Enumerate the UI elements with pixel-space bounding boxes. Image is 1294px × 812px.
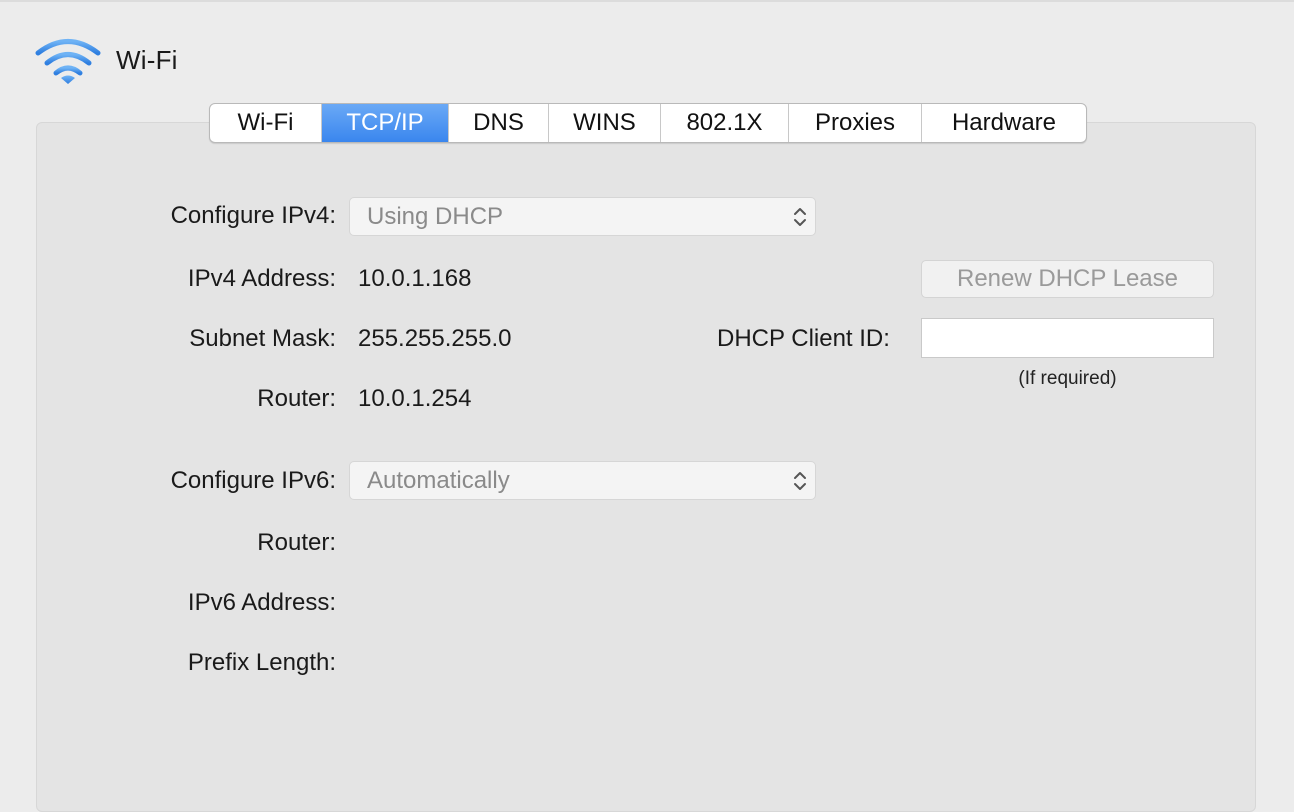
- tab-wifi[interactable]: Wi-Fi: [210, 104, 322, 142]
- configure-ipv6-value: Automatically: [367, 467, 510, 494]
- tab-tcpip[interactable]: TCP/IP: [322, 104, 449, 142]
- ipv4-router-label: Router:: [257, 385, 336, 412]
- configure-ipv6-label: Configure IPv6:: [170, 467, 336, 494]
- ipv4-router-value: 10.0.1.254: [358, 385, 472, 412]
- tab-proxies[interactable]: Proxies: [789, 104, 922, 142]
- ipv4-address-label: IPv4 Address:: [187, 265, 336, 292]
- tab-dns[interactable]: DNS: [449, 104, 549, 142]
- subnet-mask-value: 255.255.255.0: [358, 325, 512, 352]
- configure-ipv4-value: Using DHCP: [367, 203, 504, 230]
- renew-dhcp-lease-button[interactable]: Renew DHCP Lease: [921, 260, 1214, 298]
- ipv6-address-label: IPv6 Address:: [187, 589, 336, 616]
- chevron-updown-icon: [794, 208, 806, 226]
- configure-ipv4-popup[interactable]: Using DHCP: [349, 197, 816, 236]
- tab-bar: Wi-Fi TCP/IP DNS WINS 802.1X Proxies Har…: [209, 103, 1087, 143]
- ipv6-router-label: Router:: [257, 529, 336, 556]
- dhcp-client-id-input[interactable]: [921, 318, 1214, 358]
- tab-hardware[interactable]: Hardware: [922, 104, 1086, 142]
- subnet-mask-label: Subnet Mask:: [189, 325, 336, 352]
- header: Wi-Fi: [34, 36, 178, 88]
- dhcp-client-id-label: DHCP Client ID:: [717, 325, 890, 352]
- chevron-updown-icon: [794, 472, 806, 490]
- ipv4-address-value: 10.0.1.168: [358, 265, 472, 292]
- prefix-length-label: Prefix Length:: [187, 649, 336, 676]
- page-title: Wi-Fi: [116, 44, 178, 75]
- configure-ipv4-label: Configure IPv4:: [170, 202, 336, 229]
- wifi-icon: [35, 39, 101, 84]
- window-top-edge: [0, 0, 1294, 2]
- client-id-hint: (If required): [1018, 368, 1117, 389]
- tab-8021x[interactable]: 802.1X: [661, 104, 789, 142]
- configure-ipv6-popup[interactable]: Automatically: [349, 461, 816, 500]
- tab-wins[interactable]: WINS: [549, 104, 661, 142]
